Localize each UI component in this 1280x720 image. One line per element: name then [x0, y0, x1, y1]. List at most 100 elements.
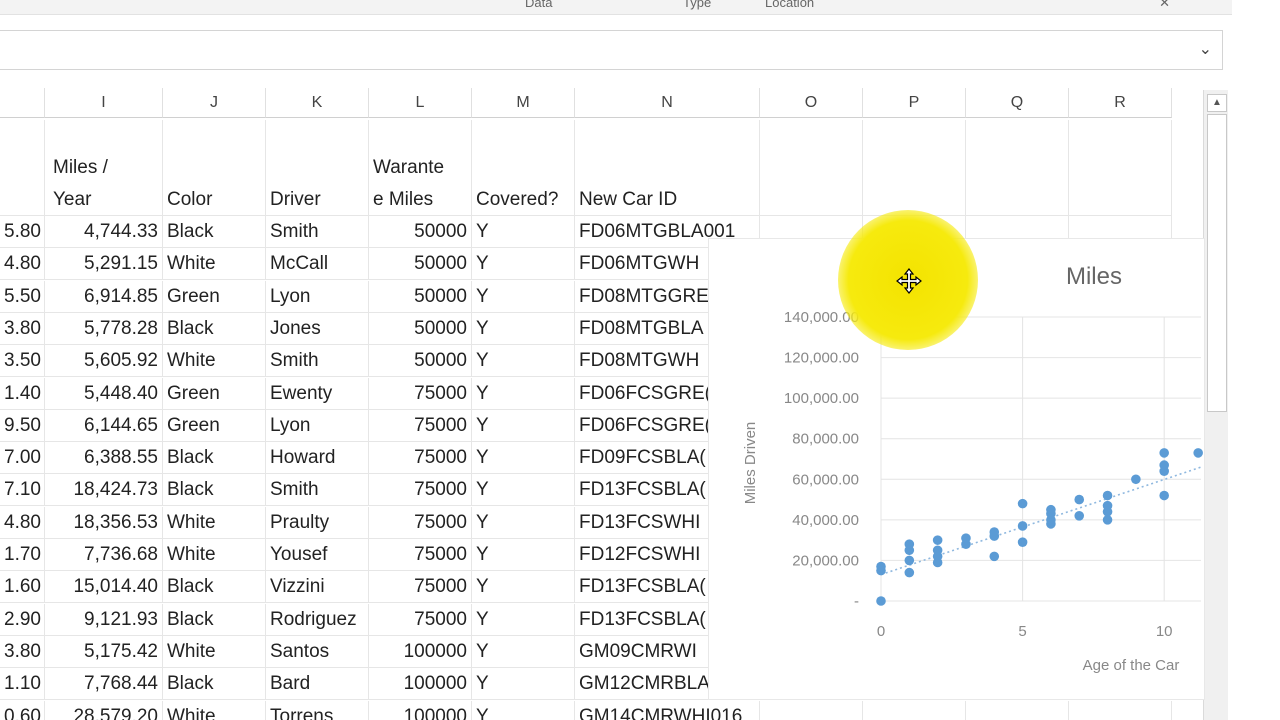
cell-color[interactable]: Green: [163, 409, 266, 442]
cell-miles-per-year[interactable]: 7,768.44: [45, 668, 163, 701]
header-cell-r[interactable]: [1069, 120, 1172, 216]
cell-h[interactable]: 4.80: [0, 506, 45, 539]
cell-color[interactable]: White: [163, 345, 266, 378]
cell-color[interactable]: White: [163, 539, 266, 571]
formula-bar[interactable]: ⌄: [0, 30, 1223, 70]
cell-driver[interactable]: Santos: [266, 635, 369, 668]
cell-miles-per-year[interactable]: 18,424.73: [45, 474, 163, 507]
cell-driver[interactable]: Ewenty: [266, 377, 369, 410]
cell-miles-per-year[interactable]: 4,744.33: [45, 216, 163, 248]
cell-miles-per-year[interactable]: 5,291.15: [45, 248, 163, 281]
cell-covered[interactable]: Y: [472, 603, 575, 636]
cell-h[interactable]: 5.80: [0, 216, 45, 248]
close-icon[interactable]: ✕: [1159, 0, 1170, 11]
cell-color[interactable]: Black: [163, 216, 266, 248]
column-header-n[interactable]: N: [575, 88, 760, 118]
cell-driver[interactable]: Yousef: [266, 539, 369, 571]
cell-h[interactable]: 3.50: [0, 345, 45, 378]
cell-covered[interactable]: Y: [472, 377, 575, 410]
cell-warranty-miles[interactable]: 75000: [369, 571, 472, 604]
cell-color[interactable]: White: [163, 506, 266, 539]
cell-color[interactable]: White: [163, 635, 266, 668]
empty-cell[interactable]: [1069, 700, 1172, 720]
cell-miles-per-year[interactable]: 9,121.93: [45, 603, 163, 636]
cell-miles-per-year[interactable]: 5,778.28: [45, 312, 163, 345]
cell-covered[interactable]: Y: [472, 474, 575, 507]
cell-miles-per-year[interactable]: 15,014.40: [45, 571, 163, 604]
cell-color[interactable]: Green: [163, 377, 266, 410]
column-header-k[interactable]: K: [266, 88, 369, 118]
cell-h[interactable]: 1.70: [0, 539, 45, 571]
cell-warranty-miles[interactable]: 100000: [369, 635, 472, 668]
header-cell-h[interactable]: [0, 120, 45, 216]
column-header-i[interactable]: I: [45, 88, 163, 118]
cell-warranty-miles[interactable]: 100000: [369, 668, 472, 701]
header-cell-o[interactable]: [760, 120, 863, 216]
cell-driver[interactable]: Lyon: [266, 409, 369, 442]
cell-warranty-miles[interactable]: 50000: [369, 345, 472, 378]
cell-covered[interactable]: Y: [472, 345, 575, 378]
cell-h[interactable]: 1.10: [0, 668, 45, 701]
header-cell-p[interactable]: [863, 120, 966, 216]
column-header-o[interactable]: O: [760, 88, 863, 118]
cell-driver[interactable]: McCall: [266, 248, 369, 281]
cell-h[interactable]: 0.60: [0, 700, 45, 720]
cell-miles-per-year[interactable]: 6,388.55: [45, 442, 163, 475]
cell-covered[interactable]: Y: [472, 700, 575, 720]
cell-driver[interactable]: Vizzini: [266, 571, 369, 604]
cell-color[interactable]: Green: [163, 280, 266, 313]
column-header-r[interactable]: R: [1069, 88, 1172, 118]
cell-driver[interactable]: Smith: [266, 345, 369, 378]
cell-warranty-miles[interactable]: 50000: [369, 280, 472, 313]
cell-covered[interactable]: Y: [472, 571, 575, 604]
empty-cell[interactable]: [863, 700, 966, 720]
header-cell-q[interactable]: [966, 120, 1069, 216]
scrollbar-thumb[interactable]: [1207, 114, 1227, 412]
cell-driver[interactable]: Torrens: [266, 700, 369, 720]
cell-warranty-miles[interactable]: 50000: [369, 248, 472, 281]
cell-driver[interactable]: Smith: [266, 216, 369, 248]
cell-miles-per-year[interactable]: 5,448.40: [45, 377, 163, 410]
column-header-q[interactable]: Q: [966, 88, 1069, 118]
cell-color[interactable]: Black: [163, 668, 266, 701]
cell-miles-per-year[interactable]: 6,144.65: [45, 409, 163, 442]
header-cell-n[interactable]: New Car ID: [575, 120, 760, 216]
header-cell-k[interactable]: Driver: [266, 120, 369, 216]
cell-warranty-miles[interactable]: 50000: [369, 216, 472, 248]
cell-h[interactable]: 1.40: [0, 377, 45, 410]
cell-miles-per-year[interactable]: 18,356.53: [45, 506, 163, 539]
cell-covered[interactable]: Y: [472, 216, 575, 248]
cell-warranty-miles[interactable]: 50000: [369, 312, 472, 345]
cell-covered[interactable]: Y: [472, 442, 575, 475]
cell-driver[interactable]: Praulty: [266, 506, 369, 539]
cell-warranty-miles[interactable]: 75000: [369, 474, 472, 507]
cell-covered[interactable]: Y: [472, 248, 575, 281]
cell-covered[interactable]: Y: [472, 635, 575, 668]
cell-covered[interactable]: Y: [472, 539, 575, 571]
cell-miles-per-year[interactable]: 7,736.68: [45, 539, 163, 571]
cell-driver[interactable]: Bard: [266, 668, 369, 701]
cell-miles-per-year[interactable]: 5,175.42: [45, 635, 163, 668]
cell-covered[interactable]: Y: [472, 280, 575, 313]
header-cell-i[interactable]: Miles / Year: [45, 120, 163, 216]
header-cell-l[interactable]: Warante e Miles: [369, 120, 472, 216]
cell-color[interactable]: Black: [163, 603, 266, 636]
cell-h[interactable]: 4.80: [0, 248, 45, 281]
cell-h[interactable]: 7.10: [0, 474, 45, 507]
header-cell-j[interactable]: Color: [163, 120, 266, 216]
column-header-j[interactable]: J: [163, 88, 266, 118]
cell-warranty-miles[interactable]: 75000: [369, 442, 472, 475]
cell-warranty-miles[interactable]: 100000: [369, 700, 472, 720]
cell-miles-per-year[interactable]: 6,914.85: [45, 280, 163, 313]
cell-warranty-miles[interactable]: 75000: [369, 539, 472, 571]
cell-warranty-miles[interactable]: 75000: [369, 409, 472, 442]
cell-h[interactable]: 7.00: [0, 442, 45, 475]
column-header-l[interactable]: L: [369, 88, 472, 118]
cell-warranty-miles[interactable]: 75000: [369, 603, 472, 636]
cell-new-car-id[interactable]: GM14CMRWHI016: [575, 700, 760, 720]
cell-warranty-miles[interactable]: 75000: [369, 377, 472, 410]
cell-covered[interactable]: Y: [472, 506, 575, 539]
cell-color[interactable]: Black: [163, 442, 266, 475]
column-header-m[interactable]: M: [472, 88, 575, 118]
cell-h[interactable]: 2.90: [0, 603, 45, 636]
